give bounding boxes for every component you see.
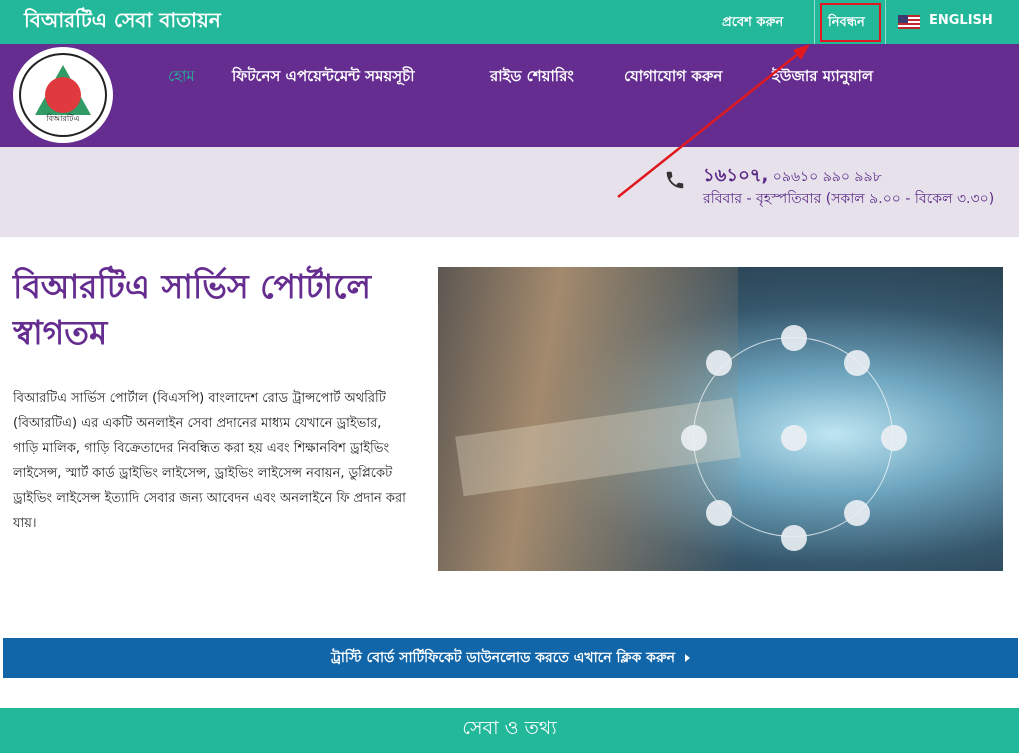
nav-item-fitness-appointment[interactable]: ফিটনেস এপয়েন্টমেন্ট সময়সূচী: [232, 65, 415, 90]
top-divider: [885, 0, 886, 44]
intro-paragraph: বিআরটিএ সার্ভিস পোর্টাল (বিএসপি) বাংলাদে…: [13, 391, 406, 531]
person-icon: [781, 325, 807, 351]
network-hub-graphic: [681, 325, 907, 551]
phone-icon: [666, 171, 684, 189]
login-link[interactable]: প্রবেশ করুন: [722, 13, 783, 34]
annotation-highlight-box: [820, 3, 881, 42]
logo-red-circle-icon: [45, 77, 81, 113]
truck-icon: [781, 525, 807, 551]
top-divider: [814, 0, 815, 44]
hero-image: [438, 267, 1003, 571]
contact-band: ১৬১০৭, ০৯৬১০ ৯৯০ ৯৯৮ রবিবার - বৃহস্পতিবা…: [0, 147, 1019, 237]
cup-icon: [844, 500, 870, 526]
hotline-alternate: ০৯৬১০ ৯৯০ ৯৯৮: [768, 169, 882, 185]
nav-item-contact[interactable]: যোগাযোগ করুন: [624, 65, 722, 90]
brta-logo[interactable]: বিআরটিএ: [13, 47, 113, 143]
banner-label: ট্রাস্টি বোর্ড সার্টিফিকেট ডাউনলোড করতে …: [330, 650, 676, 666]
trustee-certificate-banner[interactable]: ট্রাস্টি বোর্ড সার্টিফিকেট ডাউনলোড করতে …: [3, 638, 1018, 678]
nav-item-user-manual[interactable]: ইউজার ম্যানুয়াল: [772, 65, 873, 90]
logo-text: বিআরটিএ: [46, 114, 80, 123]
us-flag-icon[interactable]: [898, 15, 920, 29]
site-title[interactable]: বিআরটিএ সেবা বাতায়ন: [24, 6, 221, 39]
section-heading-bar: সেবা ও তথ্য: [0, 708, 1019, 753]
home-icon: [781, 425, 807, 451]
hotline-primary: ১৬১০৭,: [703, 165, 769, 186]
phone-device-icon: [706, 350, 732, 376]
office-hours: রবিবার - বৃহস্পতিবার (সকাল ৯.০০ - বিকেল …: [703, 191, 995, 207]
main-navbar: বিআরটিএ হোম ফিটনেস এপয়েন্টমেন্ট সময়সূচ…: [0, 44, 1019, 147]
device-icon: [844, 350, 870, 376]
cart-icon: [706, 500, 732, 526]
section-title: সেবা ও তথ্য: [462, 717, 557, 739]
welcome-title: বিআরটিএ সার্ভিস পোর্টালে স্বাগতম: [13, 267, 371, 352]
language-switch-link[interactable]: ENGLISH: [929, 13, 993, 28]
tablet-icon: [681, 425, 707, 451]
nav-item-ride-sharing[interactable]: রাইড শেয়ারিং: [490, 65, 574, 90]
mail-icon: [881, 425, 907, 451]
chevron-right-icon: [685, 654, 691, 662]
nav-item-home[interactable]: হোম: [168, 65, 195, 90]
